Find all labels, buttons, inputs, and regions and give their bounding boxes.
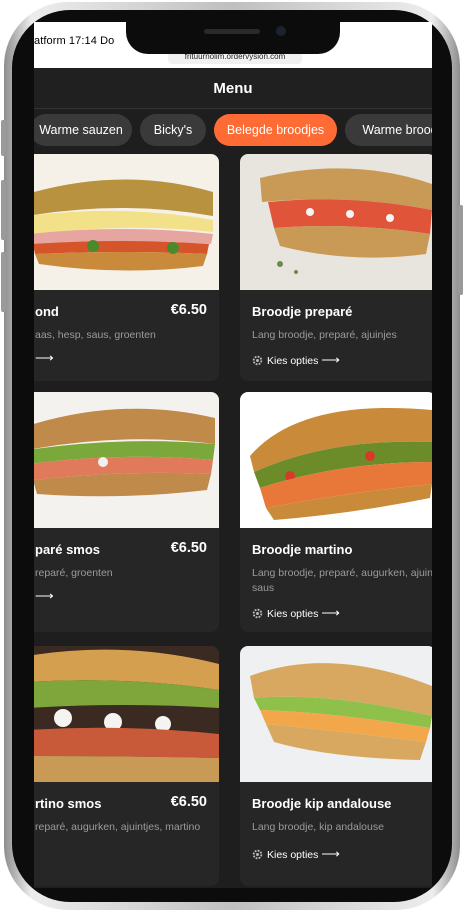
product-name: Broodje preparé — [252, 304, 353, 319]
arrow-right-icon: ⟶ — [321, 352, 340, 367]
product-image — [34, 646, 219, 782]
product-image — [34, 154, 219, 290]
product-description: reparé, groenten — [35, 567, 113, 579]
product-name: rtino smos — [35, 796, 102, 811]
product-description: aas, hesp, saus, groenten — [35, 329, 156, 341]
arrow-right-icon: ⟶ — [321, 846, 340, 861]
product-card[interactable]: Broodje kip andalouse Lang broodje, kip … — [240, 646, 432, 886]
camera — [276, 26, 286, 36]
product-image — [240, 392, 432, 528]
product-card[interactable]: rtino smos €6.50 reparé, augurken, ajuin… — [34, 646, 219, 886]
screen: atform 17:14 Do frituurnolim.ordervysion… — [34, 22, 432, 888]
product-image — [240, 646, 432, 782]
product-description: Lang broodje, kip andalouse — [252, 821, 384, 833]
options-link[interactable]: Kies opties ⟶ — [252, 352, 340, 368]
power-button — [458, 205, 463, 295]
category-tabs: Warme sauzen Bicky's Belegde broodjes Wa… — [34, 114, 432, 148]
tab-bickys[interactable]: Bicky's — [140, 114, 206, 146]
arrow-right-icon: ⟶ — [35, 350, 54, 365]
product-card[interactable]: paré smos €6.50 reparé, groenten ⟶ — [34, 392, 219, 632]
product-card[interactable]: ond €6.50 aas, hesp, saus, groenten ⟶ — [34, 154, 219, 381]
status-text: atform 17:14 Do — [34, 35, 115, 47]
options-label: Kies opties — [267, 355, 319, 367]
product-price: €6.50 — [170, 794, 207, 810]
product-card[interactable]: Broodje martino Lang broodje, preparé, a… — [240, 392, 432, 632]
volume-down-button — [1, 252, 6, 312]
options-link[interactable]: ⟶ — [35, 350, 54, 366]
mute-switch — [1, 120, 6, 156]
product-description: Lang broodje, preparé, augurken, ajuin s… — [252, 567, 432, 594]
product-description: Lang broodje, preparé, ajuinjes — [252, 329, 397, 341]
tab-warme-sauzen[interactable]: Warme sauzen — [34, 114, 132, 146]
notch — [126, 22, 340, 54]
page-title: Menu — [213, 80, 253, 97]
arrow-right-icon: ⟶ — [321, 605, 340, 620]
options-link[interactable]: Kies opties ⟶ — [252, 846, 340, 862]
product-card[interactable]: Broodje preparé Lang broodje, preparé, a… — [240, 154, 432, 381]
volume-up-button — [1, 180, 6, 240]
arrow-right-icon: ⟶ — [35, 588, 54, 603]
product-price: €6.50 — [170, 540, 207, 556]
gear-icon — [252, 849, 263, 860]
speaker — [204, 29, 260, 34]
options-link[interactable]: Kies opties ⟶ — [252, 605, 340, 621]
gear-icon — [252, 608, 263, 619]
tab-warme-broodjes[interactable]: Warme brood — [345, 114, 432, 146]
options-label: Kies opties — [267, 608, 319, 620]
product-description: reparé, augurken, ajuintjes, martino — [35, 821, 201, 833]
product-name: paré smos — [35, 542, 101, 557]
app-header: Menu — [34, 68, 432, 109]
gear-icon — [252, 355, 263, 366]
product-image — [240, 154, 432, 290]
options-link[interactable]: ⟶ — [35, 588, 54, 604]
tab-belegde-broodjes[interactable]: Belegde broodjes — [214, 114, 337, 146]
product-price: €6.50 — [170, 302, 207, 318]
product-name: Broodje kip andalouse — [252, 796, 392, 811]
product-name: Broodje martino — [252, 542, 353, 557]
options-label: Kies opties — [267, 849, 319, 861]
product-name: ond — [35, 304, 59, 319]
product-image — [34, 392, 219, 528]
